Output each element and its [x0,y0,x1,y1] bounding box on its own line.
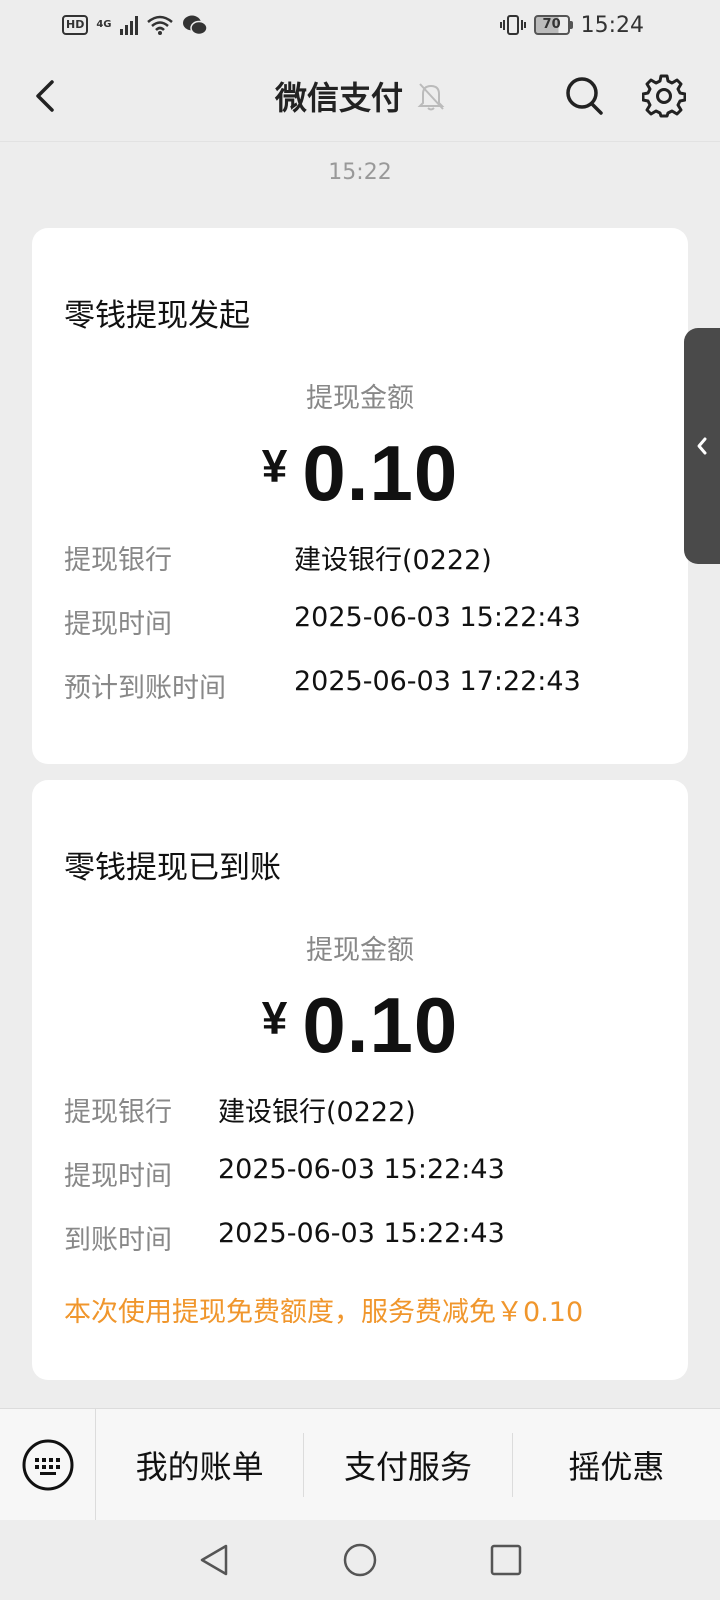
detail-row-time: 提现时间 2025-06-03 15:22:43 [64,602,581,641]
status-right: 70 15:24 [499,12,644,38]
detail-row-expected: 预计到账时间 2025-06-03 17:22:43 [64,666,581,705]
wifi-icon [146,15,173,35]
detail-key: 提现时间 [64,609,172,640]
currency-symbol: ¥ [261,992,289,1044]
currency-symbol: ¥ [261,440,289,492]
side-drawer-handle[interactable] [684,328,720,564]
detail-row-arrival: 到账时间 2025-06-03 15:22:43 [64,1218,505,1257]
detail-value: 2025-06-03 15:22:43 [218,1154,505,1185]
detail-row-bank: 提现银行 建设银行(0222) [64,538,492,577]
chat-header: 微信支付 [0,50,720,142]
message-timestamp: 15:22 [328,160,392,185]
battery-icon: 70 [533,15,573,35]
amount-number: 0.10 [302,981,459,1069]
amount-number: 0.10 [302,429,459,517]
bottom-menu: 我的账单 支付服务 摇优惠 [0,1408,720,1521]
status-time: 15:24 [580,12,644,38]
detail-row-time: 提现时间 2025-06-03 15:22:43 [64,1154,505,1193]
wechat-icon [182,15,208,36]
detail-value: 建设银行(0222) [294,545,492,576]
page-title: 微信支付 [274,78,403,117]
menu-payment-services[interactable]: 支付服务 [304,1432,513,1497]
menu-shake-offers[interactable]: 摇优惠 [513,1433,720,1497]
amount-value: ¥0.10 [32,980,688,1071]
withdraw-initiated-card[interactable]: 零钱提现发起 提现金额 ¥0.10 提现银行 建设银行(0222) 提现时间 2… [32,228,688,764]
network-type: 4G [96,19,112,30]
nav-home-icon[interactable] [342,1542,378,1578]
detail-key: 提现银行 [64,545,172,576]
card-title: 零钱提现已到账 [64,850,281,886]
detail-value: 2025-06-03 17:22:43 [294,666,581,697]
detail-value: 2025-06-03 15:22:43 [294,602,581,633]
detail-value: 2025-06-03 15:22:43 [218,1218,505,1249]
detail-key: 到账时间 [64,1225,172,1256]
detail-key: 提现银行 [64,1097,172,1128]
nav-recents-icon[interactable] [488,1542,524,1578]
detail-row-bank: 提现银行 建设银行(0222) [64,1090,416,1129]
signal-icon [119,15,138,35]
back-icon[interactable] [26,76,66,116]
gear-icon[interactable] [642,74,686,118]
amount-label: 提现金额 [306,383,414,414]
keyboard-icon [22,1439,73,1490]
status-bar: HD 4G 70 15:24 [0,0,720,50]
chevron-left-icon [697,437,707,455]
fee-waiver-notice: 本次使用提现免费额度，服务费减免￥0.10 [64,1297,584,1328]
detail-key: 预计到账时间 [64,673,226,704]
status-left: HD 4G [62,14,208,36]
card-title: 零钱提现发起 [64,298,250,334]
bell-off-icon [417,82,445,110]
amount-label: 提现金额 [306,935,414,966]
system-nav-bar [0,1520,720,1600]
vibrate-icon [499,15,526,35]
title-wrap: 微信支付 [275,73,445,119]
hd-badge: HD [62,15,89,35]
keyboard-toggle-button[interactable] [0,1408,96,1521]
search-icon[interactable] [564,74,604,118]
nav-back-icon[interactable] [196,1542,232,1578]
battery-level: 70 [533,15,570,35]
withdraw-arrived-card[interactable]: 零钱提现已到账 提现金额 ¥0.10 提现银行 建设银行(0222) 提现时间 … [32,780,688,1380]
amount-value: ¥0.10 [32,428,688,519]
menu-my-bills[interactable]: 我的账单 [96,1432,305,1497]
detail-value: 建设银行(0222) [218,1097,416,1128]
detail-key: 提现时间 [64,1161,172,1192]
